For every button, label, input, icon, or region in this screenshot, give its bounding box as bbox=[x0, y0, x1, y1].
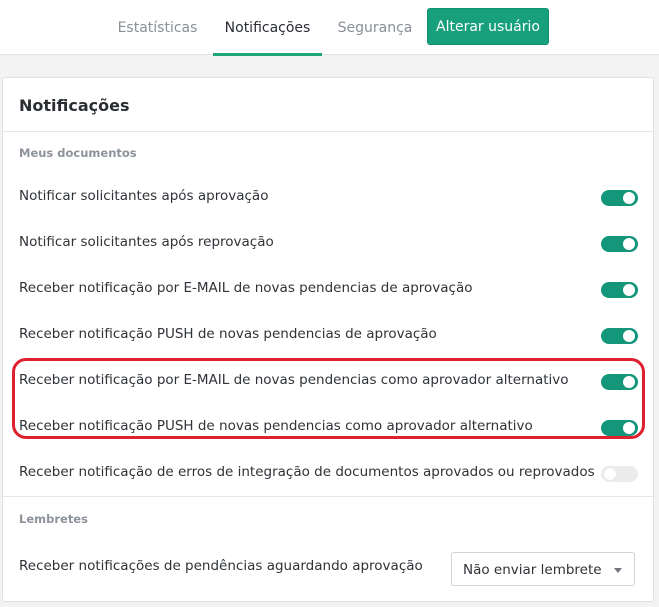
toggle-switch[interactable] bbox=[601, 236, 638, 252]
divider bbox=[3, 131, 653, 132]
toggle-switch[interactable] bbox=[601, 328, 638, 344]
change-user-button[interactable]: Alterar usuário bbox=[427, 8, 549, 45]
tab-estatisticas[interactable]: Estatísticas bbox=[113, 0, 202, 55]
toggle-knob bbox=[623, 330, 635, 342]
toggle-knob bbox=[623, 284, 635, 296]
top-nav: Estatísticas Notificações Segurança Alte… bbox=[0, 0, 659, 56]
setting-label: Receber notificação por E-MAIL de novas … bbox=[19, 280, 473, 296]
tab-seguranca[interactable]: Segurança bbox=[333, 0, 417, 55]
toggle-knob bbox=[604, 468, 616, 480]
section-label-meus-documentos: Meus documentos bbox=[19, 146, 137, 160]
toggle-switch[interactable] bbox=[601, 190, 638, 206]
reminder-select-value: Não enviar lembrete bbox=[463, 562, 602, 578]
toggle-switch[interactable] bbox=[601, 282, 638, 298]
divider bbox=[3, 496, 653, 497]
toggle-switch[interactable] bbox=[601, 466, 638, 482]
chevron-down-icon bbox=[614, 568, 622, 573]
toggle-knob bbox=[623, 192, 635, 204]
setting-label: Receber notificação PUSH de novas penden… bbox=[19, 326, 437, 342]
highlight-annotation bbox=[12, 358, 645, 439]
reminder-select[interactable]: Não enviar lembrete bbox=[451, 552, 635, 586]
card-title: Notificações bbox=[19, 96, 130, 115]
toggle-knob bbox=[623, 238, 635, 250]
setting-label: Receber notificação de erros de integraç… bbox=[19, 464, 595, 480]
section-label-lembretes: Lembretes bbox=[19, 512, 88, 526]
tab-notificacoes[interactable]: Notificações bbox=[213, 0, 322, 56]
setting-label: Notificar solicitantes após aprovação bbox=[19, 188, 269, 204]
reminder-label: Receber notificações de pendências aguar… bbox=[19, 558, 423, 574]
setting-label: Notificar solicitantes após reprovação bbox=[19, 234, 274, 250]
notifications-card: Notificações Meus documentos Notificar s… bbox=[2, 77, 654, 602]
